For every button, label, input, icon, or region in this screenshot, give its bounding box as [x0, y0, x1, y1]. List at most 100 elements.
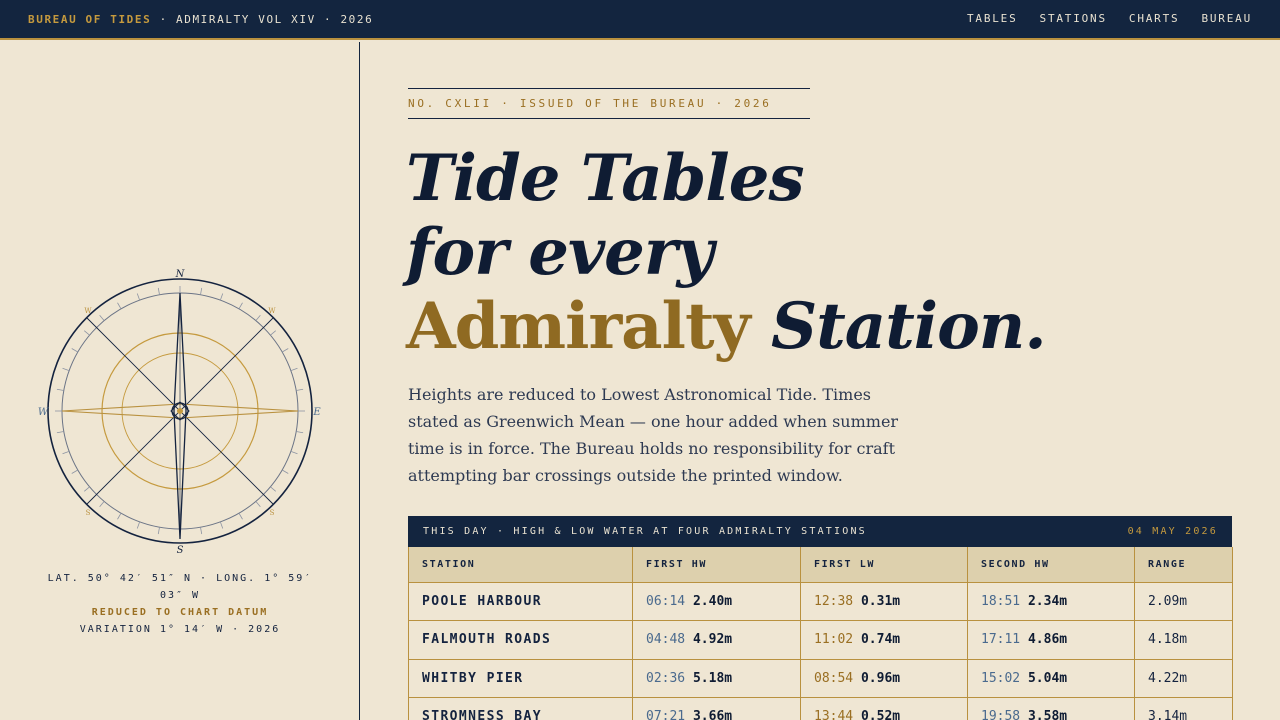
- compass-south-label: S: [177, 545, 184, 556]
- table-column-headers: STATION FIRST HW FIRST LW SECOND HW RANG…: [408, 547, 1233, 583]
- hw-time: 15:02: [981, 670, 1021, 686]
- compass-tick: [56, 388, 64, 391]
- table-row[interactable]: POOLE HARBOUR 06:14 2.40m 12:38 0.31m 18…: [408, 581, 1233, 621]
- first-hw-cell: 04:48 4.92m: [632, 620, 801, 660]
- magnetic-variation: VARIATION 1° 14′ W · 2026: [79, 624, 281, 635]
- compass-tick: [296, 388, 304, 391]
- col-header-first-lw: FIRST LW: [800, 547, 968, 583]
- compass-tick: [200, 287, 203, 295]
- table-row[interactable]: STROMNESS BAY 07:21 3.66m 13:44 0.52m 19…: [408, 697, 1233, 720]
- first-lw-cell: 12:38 0.31m: [800, 581, 968, 621]
- second-hw-cell: 15:02 5.04m: [967, 658, 1135, 698]
- station-name: FALMOUTH ROADS: [408, 620, 633, 660]
- second-hw-cell: 17:11 4.86m: [967, 620, 1135, 660]
- nav-item-charts[interactable]: CHARTS: [1129, 12, 1180, 25]
- brand-subtitle: · ADMIRALTY VOL XIV · 2026: [151, 13, 374, 26]
- first-lw-cell: 13:44 0.52m: [800, 697, 968, 720]
- hw-height: 3.58m: [1027, 709, 1068, 720]
- hw-time: 06:14: [646, 593, 686, 609]
- compass-tick: [99, 314, 105, 321]
- compass-tick: [270, 330, 277, 336]
- hw-height: 5.18m: [692, 670, 733, 686]
- compass-tick: [71, 469, 79, 474]
- lw-time: 08:54: [814, 670, 854, 686]
- compass-tick: [117, 512, 122, 520]
- hw-time: 02:36: [646, 670, 686, 686]
- title-accent: Admiralty: [406, 289, 751, 364]
- compass-tick: [238, 302, 243, 310]
- compass-tick: [56, 431, 64, 434]
- compass-tick: [270, 486, 277, 492]
- compass-nw-label: W: [84, 307, 92, 315]
- hw-height: 3.66m: [692, 709, 733, 720]
- intro-paragraph: Heights are reduced to Lowest Astronomic…: [408, 385, 899, 485]
- range-cell: 2.09m: [1134, 581, 1233, 621]
- compass-tick: [219, 293, 224, 301]
- coordinates-block: LAT. 50° 42′ 51″ N · LONG. 1° 59′ 03″ W …: [30, 570, 330, 638]
- station-name: POOLE HARBOUR: [408, 581, 633, 621]
- brand[interactable]: BUREAU OF TIDES · ADMIRALTY VOL XIV · 20…: [28, 13, 373, 26]
- first-hw-cell: 06:14 2.40m: [632, 581, 801, 621]
- compass-tick: [157, 287, 160, 295]
- station-name: WHITBY PIER: [408, 658, 633, 698]
- col-header-first-hw: FIRST HW: [632, 547, 801, 583]
- page-title: Tide Tables for every Admiralty Station.: [406, 141, 1047, 364]
- first-lw-cell: 08:54 0.96m: [800, 658, 968, 698]
- hw-height: 4.86m: [1027, 632, 1068, 648]
- col-header-range: RANGE: [1134, 547, 1233, 583]
- title-line-2: for every: [406, 215, 714, 290]
- range-cell: 4.22m: [1134, 658, 1233, 698]
- station-name: STROMNESS BAY: [408, 697, 633, 720]
- compass-tick: [296, 431, 304, 434]
- title-line-1: Tide Tables: [406, 141, 804, 216]
- compass-tick: [71, 348, 79, 353]
- compass-se-label: S: [270, 509, 275, 517]
- lw-time: 12:38: [814, 593, 854, 609]
- col-header-second-hw: SECOND HW: [967, 547, 1135, 583]
- first-hw-cell: 07:21 3.66m: [632, 697, 801, 720]
- lw-height: 0.74m: [860, 632, 901, 648]
- compass-tick: [62, 367, 70, 372]
- compass-tick: [200, 527, 203, 535]
- table-header-bar: THIS DAY · HIGH & LOW WATER AT FOUR ADMI…: [408, 516, 1232, 547]
- coordinates-line-1: LAT. 50° 42′ 51″ N · LONG. 1° 59′: [47, 573, 313, 584]
- tide-table: THIS DAY · HIGH & LOW WATER AT FOUR ADMI…: [408, 516, 1233, 720]
- left-column: N S W E W W S S LAT. 50° 42′ 51″ N · LON…: [0, 42, 360, 720]
- nav-item-bureau[interactable]: BUREAU: [1201, 12, 1252, 25]
- compass-east-label: E: [312, 407, 321, 418]
- compass-tick: [99, 501, 105, 508]
- compass-north-label: N: [175, 269, 186, 280]
- col-header-station: STATION: [408, 547, 633, 583]
- range-cell: 4.18m: [1134, 620, 1233, 660]
- compass-tick: [219, 521, 224, 529]
- lw-height: 0.96m: [860, 670, 901, 686]
- second-hw-cell: 19:58 3.58m: [967, 697, 1135, 720]
- top-bar: BUREAU OF TIDES · ADMIRALTY VOL XIV · 20…: [0, 0, 1280, 40]
- compass-tick: [255, 314, 261, 321]
- compass-rose-icon: N S W E W W S S: [38, 269, 321, 556]
- hw-height: 2.34m: [1027, 593, 1068, 609]
- lw-height: 0.52m: [860, 709, 901, 720]
- main-nav: TABLES STATIONS CHARTS BUREAU: [967, 12, 1252, 25]
- compass-tick: [290, 450, 298, 455]
- table-date: 04 MAY 2026: [1127, 526, 1218, 537]
- compass-west-label: W: [38, 407, 49, 418]
- compass-tick: [83, 486, 90, 492]
- compass-tick: [83, 330, 90, 336]
- nav-item-stations[interactable]: STATIONS: [1040, 12, 1107, 25]
- compass-tick: [290, 367, 298, 372]
- compass-tick: [281, 469, 289, 474]
- hw-height: 4.92m: [692, 632, 733, 648]
- title-line-3: Station.: [749, 289, 1047, 364]
- brand-name: BUREAU OF TIDES: [28, 13, 152, 26]
- compass-tick: [62, 450, 70, 455]
- table-title: THIS DAY · HIGH & LOW WATER AT FOUR ADMI…: [423, 526, 867, 537]
- hw-time: 19:58: [981, 709, 1021, 720]
- compass-tick: [157, 527, 160, 535]
- table-row[interactable]: WHITBY PIER 02:36 5.18m 08:54 0.96m 15:0…: [408, 658, 1233, 698]
- hw-time: 04:48: [646, 632, 686, 648]
- table-row[interactable]: FALMOUTH ROADS 04:48 4.92m 11:02 0.74m 1…: [408, 620, 1233, 660]
- nav-item-tables[interactable]: TABLES: [967, 12, 1018, 25]
- coordinates-line-2: 03″ W: [159, 590, 201, 601]
- hw-height: 2.40m: [692, 593, 733, 609]
